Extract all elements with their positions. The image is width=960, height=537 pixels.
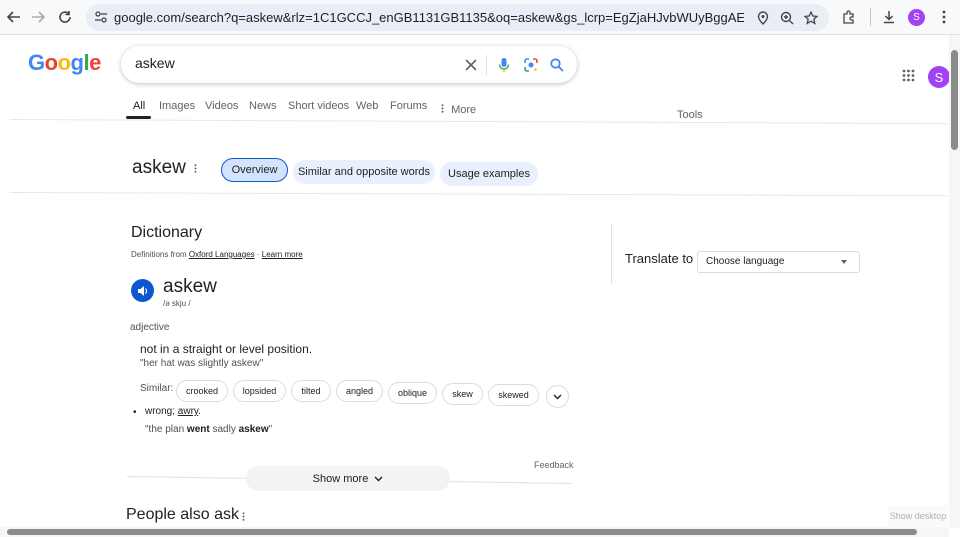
phonetic: /ə skju / bbox=[163, 299, 191, 308]
learn-more-link[interactable]: Learn more bbox=[262, 250, 303, 259]
similar-label: Similar: bbox=[140, 383, 174, 394]
chip-overview[interactable]: Overview bbox=[221, 158, 288, 182]
toolbar-divider bbox=[870, 8, 871, 26]
tools-button[interactable]: Tools bbox=[677, 109, 703, 121]
location-pin-icon[interactable] bbox=[754, 9, 772, 27]
chip-usage-examples[interactable]: Usage examples bbox=[440, 162, 538, 186]
language-select-value: Choose language bbox=[706, 256, 785, 267]
tab-more[interactable]: More bbox=[441, 104, 476, 116]
url-text: google.com/search?q=askew&rlz=1C1GCCJ_en… bbox=[114, 10, 744, 25]
oxford-languages-link[interactable]: Oxford Languages bbox=[189, 250, 255, 259]
separator-dot: · bbox=[256, 250, 260, 259]
logo-letter: e bbox=[89, 50, 101, 75]
logo-letter: g bbox=[70, 50, 84, 75]
logo-letter: o bbox=[57, 50, 71, 75]
tab-web[interactable]: Web bbox=[356, 100, 378, 112]
tab-images[interactable]: Images bbox=[159, 100, 195, 112]
browser-toolbar: google.com/search?q=askew&rlz=1C1GCCJ_en… bbox=[0, 0, 960, 35]
more-dots-icon bbox=[441, 104, 444, 113]
similar-chip[interactable]: lopsided bbox=[233, 380, 286, 402]
lens-camera-icon[interactable] bbox=[521, 55, 541, 75]
chevron-down-icon bbox=[374, 476, 383, 481]
example-2: "the plan went sadly askew" bbox=[145, 424, 272, 435]
defs-from-prefix: Definitions from bbox=[131, 250, 187, 259]
tab-all[interactable]: All bbox=[133, 100, 145, 112]
clear-icon[interactable] bbox=[461, 55, 481, 75]
ex2-bold-askew: askew bbox=[238, 424, 269, 435]
chip-similar-opposite[interactable]: Similar and opposite words bbox=[293, 160, 435, 184]
paa-options-icon[interactable] bbox=[242, 510, 245, 524]
speaker-icon bbox=[137, 285, 147, 296]
show-desktop-overlay[interactable]: Show desktop bbox=[888, 506, 948, 526]
browser-profile-avatar[interactable]: S bbox=[908, 9, 925, 26]
search-icon[interactable] bbox=[547, 55, 567, 75]
voice-search-mic-icon[interactable] bbox=[494, 55, 514, 75]
example-1: "her hat was slightly askew" bbox=[140, 358, 264, 369]
term-options-icon[interactable] bbox=[194, 162, 197, 176]
tab-short-videos[interactable]: Short videos bbox=[288, 100, 349, 112]
dictionary-word: askew bbox=[163, 276, 217, 297]
dropdown-caret-icon bbox=[841, 260, 847, 264]
ex2-mid: sadly bbox=[212, 424, 236, 435]
def2-suffix: . bbox=[198, 406, 201, 417]
tab-forums[interactable]: Forums bbox=[390, 100, 427, 112]
term-heading: askew bbox=[132, 157, 186, 178]
site-info-icon[interactable] bbox=[94, 10, 108, 29]
zoom-icon[interactable] bbox=[778, 9, 796, 27]
google-logo[interactable]: Google bbox=[28, 50, 101, 76]
people-also-ask-heading: People also ask bbox=[126, 506, 239, 523]
forward-arrow-icon[interactable] bbox=[27, 6, 49, 28]
vertical-scrollbar-thumb[interactable] bbox=[951, 50, 958, 150]
horizontal-scrollbar-thumb[interactable] bbox=[7, 529, 917, 535]
tabs-divider bbox=[9, 119, 948, 125]
similar-chip[interactable]: skew bbox=[442, 383, 483, 405]
translate-label: Translate to bbox=[625, 251, 694, 266]
bullet-dot: • bbox=[133, 407, 137, 418]
account-avatar[interactable]: S bbox=[928, 66, 950, 88]
ex2-bold-went: went bbox=[186, 424, 210, 435]
tab-more-label: More bbox=[451, 104, 477, 116]
definition-2: wrong; awry. bbox=[145, 406, 201, 417]
awry-link[interactable]: awry bbox=[178, 406, 198, 417]
language-select[interactable]: Choose language bbox=[697, 251, 860, 273]
logo-letter: G bbox=[28, 50, 45, 75]
browser-menu-icon[interactable] bbox=[933, 6, 955, 28]
translate-divider bbox=[611, 224, 612, 284]
back-arrow-icon[interactable] bbox=[3, 6, 25, 28]
part-of-speech: adjective bbox=[130, 322, 170, 333]
feedback-link[interactable]: Feedback bbox=[534, 460, 574, 470]
pronunciation-speaker-button[interactable] bbox=[131, 279, 154, 302]
similar-chip[interactable]: oblique bbox=[388, 382, 437, 404]
ex2-pre: "the plan bbox=[145, 424, 185, 435]
tab-videos[interactable]: Videos bbox=[205, 100, 238, 112]
definition-1: not in a straight or level position. bbox=[140, 342, 313, 356]
logo-letter: o bbox=[44, 50, 58, 75]
definitions-source: Definitions from Oxford Languages · Lear… bbox=[131, 250, 303, 259]
dictionary-title: Dictionary bbox=[131, 224, 203, 241]
search-box[interactable]: askew bbox=[121, 46, 577, 83]
expand-similar-button[interactable] bbox=[546, 385, 569, 408]
similar-chip[interactable]: angled bbox=[336, 380, 383, 402]
similar-chip[interactable]: tilted bbox=[291, 380, 331, 402]
similar-chip[interactable]: skewed bbox=[488, 384, 539, 406]
chevron-down-icon bbox=[553, 394, 562, 399]
search-input[interactable]: askew bbox=[135, 55, 175, 71]
show-more-button[interactable]: Show more bbox=[246, 466, 450, 491]
search-divider bbox=[486, 55, 487, 75]
extensions-puzzle-icon[interactable] bbox=[838, 6, 860, 28]
ex2-post: " bbox=[268, 424, 273, 435]
bookmark-star-icon[interactable] bbox=[802, 9, 820, 27]
reload-icon[interactable] bbox=[54, 6, 76, 28]
download-icon[interactable] bbox=[878, 6, 900, 28]
section-divider bbox=[9, 192, 948, 197]
google-apps-grid-icon[interactable] bbox=[902, 69, 915, 87]
def2-prefix: wrong; bbox=[145, 406, 176, 417]
similar-chip[interactable]: crooked bbox=[176, 380, 228, 402]
address-bar[interactable]: google.com/search?q=askew&rlz=1C1GCCJ_en… bbox=[86, 4, 829, 31]
tab-news[interactable]: News bbox=[249, 100, 277, 112]
show-more-label: Show more bbox=[312, 472, 369, 485]
